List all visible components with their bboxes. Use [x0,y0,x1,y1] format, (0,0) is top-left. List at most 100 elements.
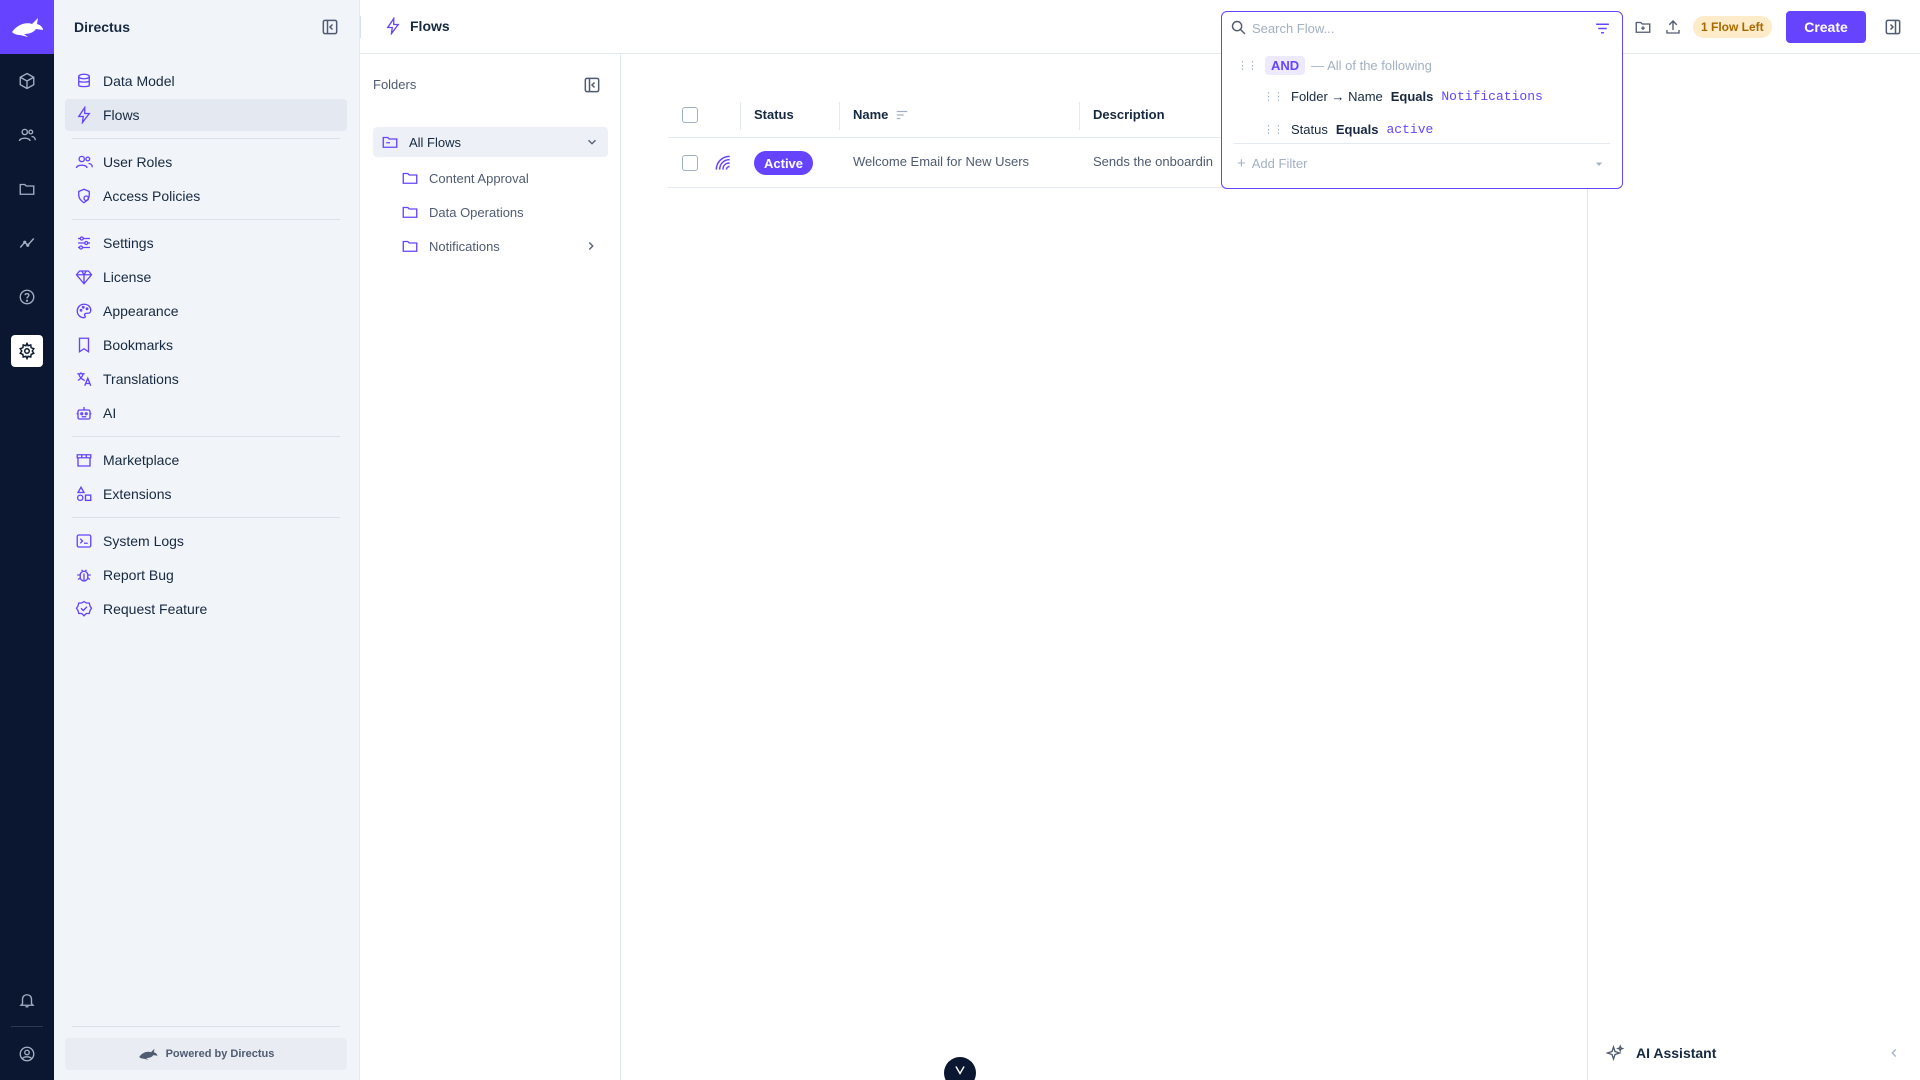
filter-value[interactable]: active [1386,122,1433,137]
nav-item-access-policies[interactable]: Access Policies [65,180,347,212]
column-divider [740,102,741,130]
insights-module[interactable] [11,227,43,259]
nav-item-label: Flows [103,107,140,123]
sort-icon[interactable] [895,108,909,122]
filter-field[interactable]: Status [1291,122,1328,137]
nav-item-extensions[interactable]: Extensions [65,478,347,510]
folder-label: All Flows [409,134,462,150]
drag-handle-icon[interactable]: ⋮⋮ [1263,90,1284,103]
nav-item-marketplace[interactable]: Marketplace [65,444,347,476]
filter-icon[interactable] [1594,20,1611,37]
new-folder-button[interactable] [1631,15,1655,39]
chevron-down-icon[interactable] [585,135,599,149]
logical-operator-chip[interactable]: AND [1265,56,1306,75]
add-filter-label: Add Filter [1251,156,1308,171]
bookmark-icon [78,337,90,354]
files-module[interactable] [11,173,43,205]
nav-item-license[interactable]: License [65,261,347,293]
add-filter-button[interactable]: + Add Filter [1237,155,1611,172]
nav-item-appearance[interactable]: Appearance [65,295,347,327]
nav-item-label: Settings [103,235,154,251]
nav-item-system-logs[interactable]: System Logs [65,525,347,557]
drag-handle-icon[interactable]: ⋮⋮ [1237,59,1258,72]
notifications-button[interactable] [11,984,43,1016]
users-icon [18,128,36,142]
nav-item-flows[interactable]: Flows [65,99,347,131]
help-module[interactable] [11,281,43,313]
nav-item-bookmarks[interactable]: Bookmarks [65,329,347,361]
nav-item-label: License [103,269,152,285]
header-bar: Flows 1 Flow Left Create [360,0,1920,54]
folder-icon [402,206,418,218]
column-divider [1079,102,1080,130]
sparkle-icon [1606,1044,1624,1062]
row-checkbox[interactable] [682,155,698,171]
module-bar [0,0,54,1080]
extensions-icon [76,485,92,502]
nav-item-label: Access Policies [103,188,201,204]
sidebar-collapse-icon [322,19,338,35]
folder-item-notifications[interactable]: Notifications [401,237,500,255]
flows-left-badge[interactable]: 1 Flow Left [1693,16,1772,38]
user-account-button[interactable] [11,1038,43,1070]
folder-item-data-operations[interactable]: Data Operations [401,203,524,221]
collapse-nav-button[interactable] [320,17,340,37]
directus-logo[interactable] [0,0,54,54]
powered-by-directus[interactable]: Powered by Directus [65,1038,347,1070]
nav-item-settings[interactable]: Settings [65,227,347,259]
bolt-icon [77,106,91,124]
chevron-left-icon[interactable] [1887,1046,1901,1060]
chevron-right-icon[interactable] [584,239,598,253]
folder-item-all-flows[interactable]: All Flows [373,127,608,157]
table-cell-name[interactable]: Welcome Email for New Users [853,154,1029,169]
header-divider [360,16,361,38]
users-module[interactable] [11,119,43,151]
plus-icon: + [1237,155,1246,172]
add-filter-divider [1234,143,1610,144]
nav-item-ai[interactable]: AI [65,397,347,429]
drag-handle-icon[interactable]: ⋮⋮ [1263,123,1284,136]
nav-item-report-bug[interactable]: Report Bug [65,559,347,591]
nav-item-label: System Logs [103,533,184,549]
column-header-status[interactable]: Status [754,107,794,122]
settings-module[interactable] [11,335,43,367]
folder-label: Content Approval [429,170,529,186]
folder-icon [19,183,35,195]
filter-value[interactable]: Notifications [1441,89,1542,104]
column-header-description[interactable]: Description [1093,107,1165,122]
import-button[interactable] [1661,15,1685,39]
table-cell-description[interactable]: Sends the onboardin [1093,154,1213,169]
content-module[interactable] [11,65,43,97]
search-filter-panel: ⋮⋮ AND — All of the following ⋮⋮ Folder … [1221,11,1623,189]
column-header-name[interactable]: Name [853,107,888,122]
nav-item-translations[interactable]: Translations [65,363,347,395]
filter-operator[interactable]: Equals [1336,122,1379,137]
ai-assistant-toggle[interactable]: AI Assistant [1606,1044,1716,1062]
ai-assistant-label: AI Assistant [1636,1045,1717,1061]
nav-item-label: Appearance [103,303,179,319]
page-title-group: Flows [384,17,450,35]
filter-rule-row: ⋮⋮ Status Equals active [1263,122,1433,137]
select-all-checkbox[interactable] [682,107,698,123]
collapse-folders-button[interactable] [582,75,602,95]
nav-item-data-model[interactable]: Data Model [65,65,347,97]
filter-operator[interactable]: Equals [1391,89,1434,104]
palette-icon [76,303,92,319]
sliders-icon [78,236,90,250]
filter-group-text: — All of the following [1311,58,1432,73]
translate-icon [77,372,92,387]
nav-item-request-feature[interactable]: Request Feature [65,593,347,625]
toggle-sidebar-button[interactable] [1881,15,1905,39]
flow-status-icon [715,155,730,170]
nav-divider [72,517,340,518]
nav-item-user-roles[interactable]: User Roles [65,146,347,178]
bell-icon [19,994,35,1008]
folder-item-content-approval[interactable]: Content Approval [401,169,529,187]
project-title: Directus [74,19,131,35]
create-button[interactable]: Create [1786,11,1866,43]
folders-pane: Folders All Flows Content Approval Data … [360,54,621,1080]
folder-add-icon [1635,21,1651,33]
filter-field[interactable]: Folder → Name [1291,89,1383,104]
search-input[interactable] [1252,18,1572,38]
folder-icon [402,240,418,252]
